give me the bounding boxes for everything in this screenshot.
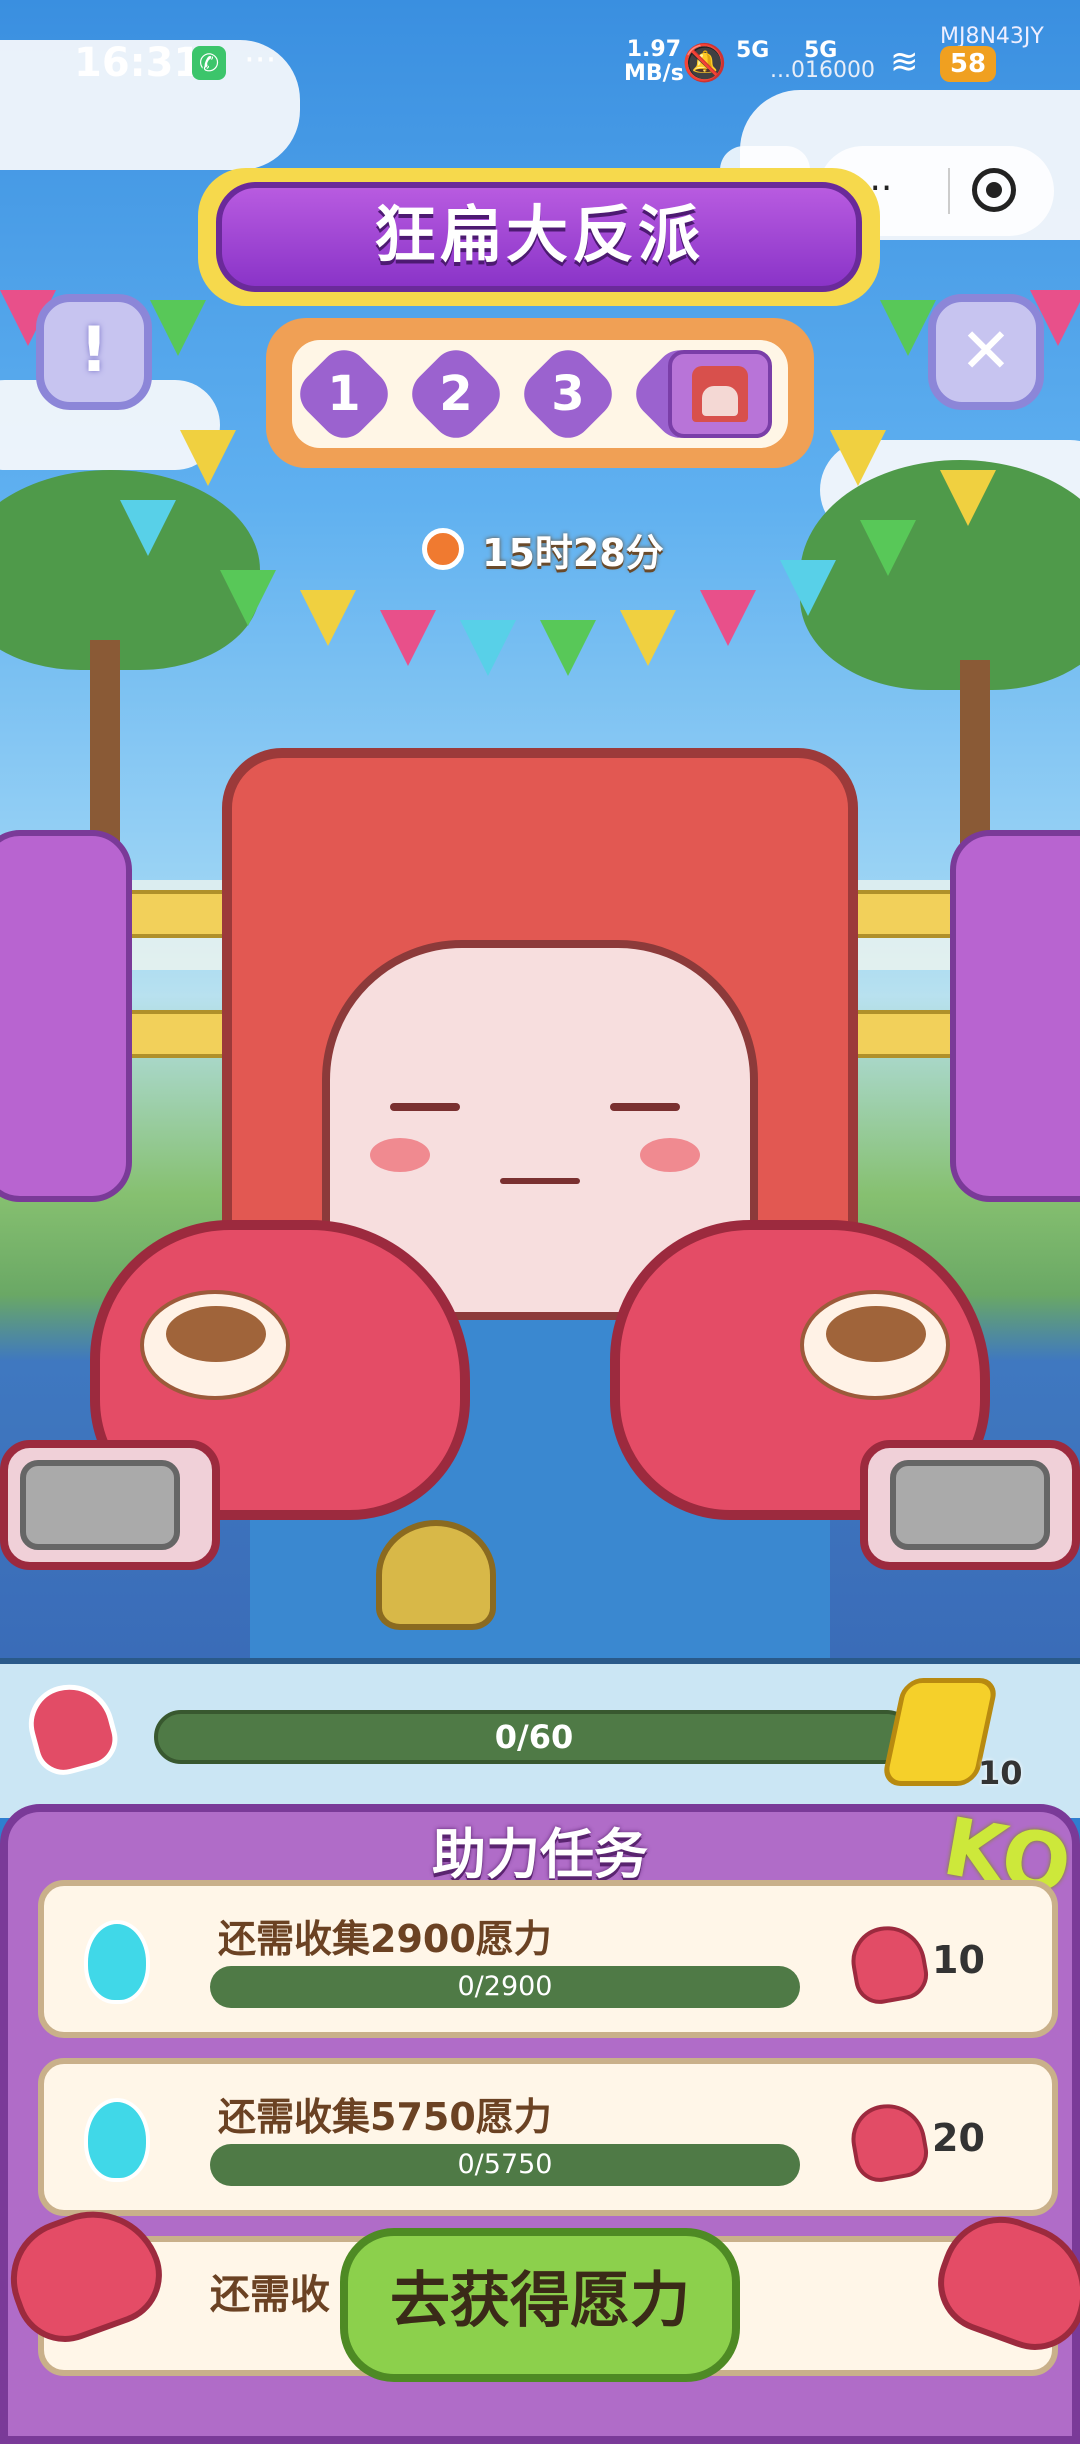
pennant [120,500,176,556]
exit-miniprogram-button[interactable] [972,168,1016,212]
battery-icon: 58 [940,46,996,82]
boxer-cheek [370,1138,430,1172]
stage-1-label: 1 [327,366,361,422]
user-id: ...016000 [770,58,875,83]
pennant [860,520,916,576]
bell-off-icon: 🔕 [682,43,727,84]
sticker [800,1290,950,1400]
boss-face-icon [692,366,748,422]
phone-icon: ✆ [192,46,226,80]
signal-5g-icon: 5G [736,38,770,63]
boxer-mouth [500,1178,580,1184]
status-time: 16:31 [74,40,202,86]
info-button[interactable]: ! [36,294,152,410]
pennant [700,590,756,646]
flame-icon [84,2098,150,2182]
boxer-cheek [640,1138,700,1172]
boxer-eye [610,1103,680,1111]
punch-progress-text: 0/60 [494,1718,574,1756]
stage-3-label: 3 [551,366,585,422]
ring-post-right [950,830,1080,1202]
stage-boss-avatar[interactable] [668,350,772,438]
task-progress-text: 0/5750 [457,2149,553,2180]
countdown-timer: 15时28分 [482,531,664,575]
task-reward: 20 [932,2116,985,2160]
wifi-icon: ≋ [890,42,919,82]
reward-glove-icon [845,2098,933,2186]
task-reward: 10 [932,1938,985,1982]
lightning-count: 10 [978,1754,1023,1792]
pennant [830,430,886,486]
stage-2-label: 2 [439,366,473,422]
pennant [940,470,996,526]
flame-icon [84,1920,150,2004]
pennant [180,430,236,486]
pennant [460,620,516,676]
reward-glove-icon [845,1920,933,2008]
net-speed: 1.97 MB/s [624,38,684,86]
task-card[interactable]: 还需收集5750愿力 0/5750 20 [38,2058,1058,2216]
bell-icon [376,1520,496,1630]
task-panel-title: 助力任务 [432,1823,648,1886]
pennant [780,560,836,616]
status-bar: 16:31 ✆ ··· MJ8N43JY 1.97 MB/s 🔕 5G 5G .… [0,0,1080,130]
glove-strap-right [890,1460,1050,1550]
boxer-eye [390,1103,460,1111]
get-power-button-label: 去获得愿力 [390,2266,690,2336]
task-progress-text: 0/2900 [457,1971,553,2002]
task-progress-bar: 0/5750 [210,2144,800,2186]
task-label: 还需收集5750愿力 [218,2095,552,2139]
net-speed-value: 1.97 [626,37,682,62]
task-label: 还需收集2900愿力 [218,1917,552,1961]
ring-post-left [0,830,132,1202]
sticker [140,1290,290,1400]
pennant [540,620,596,676]
pennant [380,610,436,666]
pennant [620,610,676,666]
pennant [220,570,276,626]
timer-icon [422,528,464,570]
capsule-divider [948,168,950,214]
task-card[interactable]: 还需收集2900愿力 0/2900 10 [38,1880,1058,2038]
task-label: 还需收 [210,2272,330,2318]
glove-strap-left [20,1460,180,1550]
close-button[interactable]: ✕ [928,294,1044,410]
task-progress-bar: 0/2900 [210,1966,800,2008]
pennant [300,590,356,646]
status-more-icon: ··· [244,40,277,80]
page-title: 狂扁大反派 [373,198,704,271]
pennant [150,300,206,356]
net-speed-unit: MB/s [624,61,684,86]
